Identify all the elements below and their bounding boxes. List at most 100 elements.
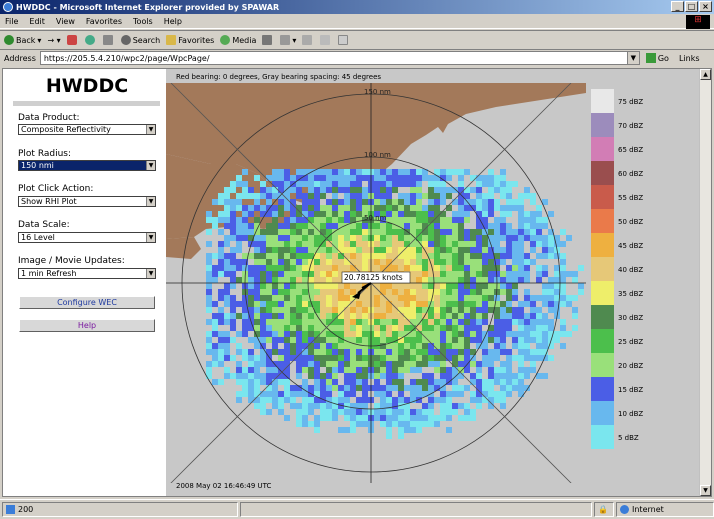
maximize-button[interactable]: □ xyxy=(685,1,698,12)
stop-button[interactable] xyxy=(66,35,79,45)
vertical-scrollbar[interactable]: ▲ ▼ xyxy=(699,69,711,496)
echo-cell xyxy=(398,283,404,289)
echo-cell xyxy=(392,235,398,241)
echo-cell xyxy=(260,205,266,211)
echo-cell xyxy=(506,253,512,259)
scroll-down-icon[interactable]: ▼ xyxy=(700,485,711,496)
history-button[interactable] xyxy=(262,35,274,45)
echo-cell xyxy=(338,367,344,373)
echo-cell xyxy=(212,217,218,223)
echo-cell xyxy=(332,235,338,241)
echo-cell xyxy=(416,277,422,283)
go-button[interactable]: Go xyxy=(645,53,669,63)
echo-cell xyxy=(302,241,308,247)
menu-help[interactable]: Help xyxy=(164,17,182,26)
echo-cell xyxy=(332,271,338,277)
data-product-select[interactable]: Composite Reflectivity ▼ xyxy=(18,124,156,135)
print-button[interactable] xyxy=(302,35,314,45)
echo-cell xyxy=(512,229,518,235)
menu-tools[interactable]: Tools xyxy=(133,17,153,26)
echo-cell xyxy=(218,361,224,367)
echo-cell xyxy=(482,199,488,205)
echo-cell xyxy=(302,355,308,361)
close-button[interactable]: × xyxy=(699,1,712,12)
menu-favorites[interactable]: Favorites xyxy=(86,17,122,26)
minimize-button[interactable]: _ xyxy=(671,1,684,12)
echo-cell xyxy=(344,253,350,259)
back-button[interactable]: Back ▾ xyxy=(4,35,41,45)
echo-cell xyxy=(524,367,530,373)
echo-cell xyxy=(266,199,272,205)
data-scale-select[interactable]: 16 Level ▼ xyxy=(18,232,156,243)
echo-cell xyxy=(374,307,380,313)
echo-cell xyxy=(428,199,434,205)
echo-cell xyxy=(332,265,338,271)
echo-cell xyxy=(284,265,290,271)
echo-cell xyxy=(410,421,416,427)
help-button[interactable]: Help xyxy=(19,319,155,332)
echo-cell xyxy=(416,391,422,397)
echo-cell xyxy=(386,211,392,217)
echo-cell xyxy=(386,301,392,307)
menu-edit[interactable]: Edit xyxy=(29,17,45,26)
ring-label-150: 150 nm xyxy=(364,88,391,96)
echo-cell xyxy=(464,307,470,313)
links-button[interactable]: Links xyxy=(679,54,700,63)
echo-cell xyxy=(488,265,494,271)
radar-plot[interactable]: 150 nm 100 nm 50 nm 20.78125 knots 75 dB… xyxy=(166,69,699,496)
echo-cell xyxy=(434,355,440,361)
echo-cell xyxy=(506,319,512,325)
echo-cell xyxy=(458,373,464,379)
menu-view[interactable]: View xyxy=(56,17,75,26)
legend-label: 60 dBZ xyxy=(618,170,643,178)
configure-wec-button[interactable]: Configure WEC xyxy=(19,296,155,309)
echo-cell xyxy=(512,277,518,283)
echo-cell xyxy=(548,241,554,247)
echo-cell xyxy=(290,205,296,211)
echo-cell xyxy=(386,283,392,289)
echo-cell xyxy=(482,385,488,391)
echo-cell xyxy=(398,415,404,421)
menu-file[interactable]: File xyxy=(5,17,18,26)
echo-cell xyxy=(512,241,518,247)
search-button[interactable]: Search xyxy=(120,35,160,45)
media-button[interactable]: Media xyxy=(220,35,256,45)
forward-button[interactable]: → ▾ xyxy=(47,36,60,45)
edit-button[interactable] xyxy=(320,35,332,45)
discuss-button[interactable] xyxy=(338,35,350,45)
home-button[interactable] xyxy=(102,35,115,45)
echo-cell xyxy=(344,229,350,235)
echo-cell xyxy=(506,301,512,307)
address-dropdown-icon[interactable]: ▼ xyxy=(626,52,639,64)
echo-cell xyxy=(242,319,248,325)
echo-cell xyxy=(524,265,530,271)
echo-cell xyxy=(224,205,230,211)
refresh-button[interactable] xyxy=(84,35,97,45)
echo-cell xyxy=(242,373,248,379)
plot-click-select[interactable]: Show RHI Plot ▼ xyxy=(18,196,156,207)
echo-cell xyxy=(398,355,404,361)
radar-svg[interactable]: 150 nm 100 nm 50 nm 20.78125 knots 75 dB… xyxy=(166,69,699,496)
plot-radius-select[interactable]: 150 nmi ▼ xyxy=(18,160,156,171)
echo-cell xyxy=(254,259,260,265)
echo-cell xyxy=(524,295,530,301)
echo-cell xyxy=(380,373,386,379)
echo-cell xyxy=(422,193,428,199)
echo-cell xyxy=(494,343,500,349)
address-input[interactable]: https://205.5.4.210/wpc2/page/WpcPage/ ▼ xyxy=(39,51,640,65)
echo-cell xyxy=(470,391,476,397)
echo-cell xyxy=(464,229,470,235)
image-updates-select[interactable]: 1 min Refresh ▼ xyxy=(18,268,156,279)
favorites-button[interactable]: Favorites xyxy=(166,35,214,45)
echo-cell xyxy=(380,253,386,259)
echo-cell xyxy=(434,421,440,427)
echo-cell xyxy=(338,205,344,211)
echo-cell xyxy=(374,283,380,289)
echo-cell xyxy=(224,337,230,343)
scroll-up-icon[interactable]: ▲ xyxy=(700,69,711,80)
echo-cell xyxy=(350,241,356,247)
mail-button[interactable]: ▾ xyxy=(280,35,296,45)
echo-cell xyxy=(332,259,338,265)
echo-cell xyxy=(356,181,362,187)
echo-cell xyxy=(290,391,296,397)
